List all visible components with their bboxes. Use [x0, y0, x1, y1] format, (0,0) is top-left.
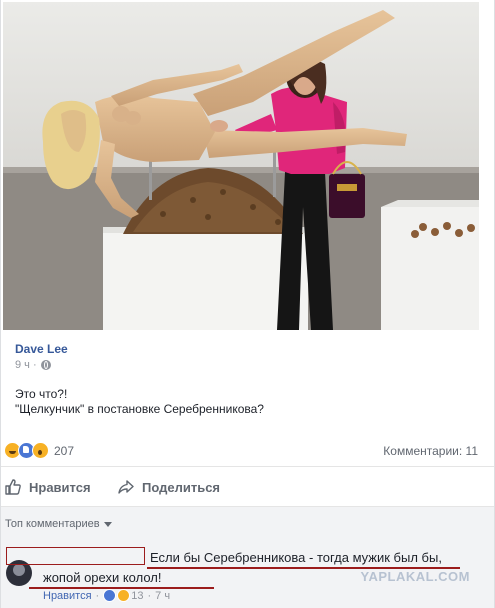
wow-reaction-icon — [32, 442, 49, 459]
share-arrow-icon — [118, 480, 134, 494]
like-button[interactable]: Нравится — [4, 478, 91, 496]
divider — [1, 466, 494, 467]
reactions-summary[interactable]: 207 — [4, 442, 74, 459]
watermark: YAPLAKAL.COM — [360, 569, 470, 584]
haha-reaction-icon — [117, 589, 131, 602]
post-time[interactable]: 9 ч · — [15, 359, 37, 371]
comments-section: Топ комментариев Если бы Серебренникова … — [1, 507, 494, 608]
meta-separator: · — [147, 589, 152, 602]
share-button-label: Поделиться — [142, 479, 221, 495]
comment-text-line: жопой орехи колол! — [43, 570, 162, 585]
post-text: Это что?! "Щелкунчик" в постановке Сереб… — [15, 387, 264, 417]
comment-meta: Нравится · 13 · 7 ч — [43, 589, 170, 602]
post-text-line: "Щелкунчик" в постановке Серебренникова? — [15, 402, 264, 416]
reaction-count: 207 — [54, 443, 75, 458]
comments-count-link[interactable]: Комментарии: 11 — [383, 444, 478, 458]
comments-sort-dropdown[interactable]: Топ комментариев — [5, 518, 112, 530]
comment-like-link[interactable]: Нравится — [43, 590, 92, 602]
globe-icon[interactable] — [40, 360, 51, 370]
post-author[interactable]: Dave Lee — [15, 342, 68, 356]
like-button-label: Нравится — [29, 479, 91, 495]
comments-sort-label: Топ комментариев — [5, 518, 100, 530]
thumbs-up-icon — [5, 479, 21, 495]
post-photo[interactable] — [3, 2, 479, 330]
post-card: Dave Lee 9 ч · Это что?! "Щелкунчик" в п… — [0, 0, 495, 608]
post-text-line: Это что?! — [15, 387, 68, 401]
gallery-photo — [3, 2, 479, 330]
comment-time[interactable]: 7 ч — [155, 590, 170, 602]
redacted-author-name — [6, 547, 145, 565]
comment-reaction-count[interactable]: 13 — [131, 590, 143, 602]
comment-text-line: Если бы Серебренникова - тогда мужик был… — [150, 550, 442, 565]
meta-separator: · — [95, 589, 100, 602]
like-reaction-icon — [103, 589, 117, 602]
post-meta: 9 ч · — [15, 359, 51, 371]
share-button[interactable]: Поделиться — [117, 478, 220, 496]
caret-down-icon — [103, 521, 112, 527]
